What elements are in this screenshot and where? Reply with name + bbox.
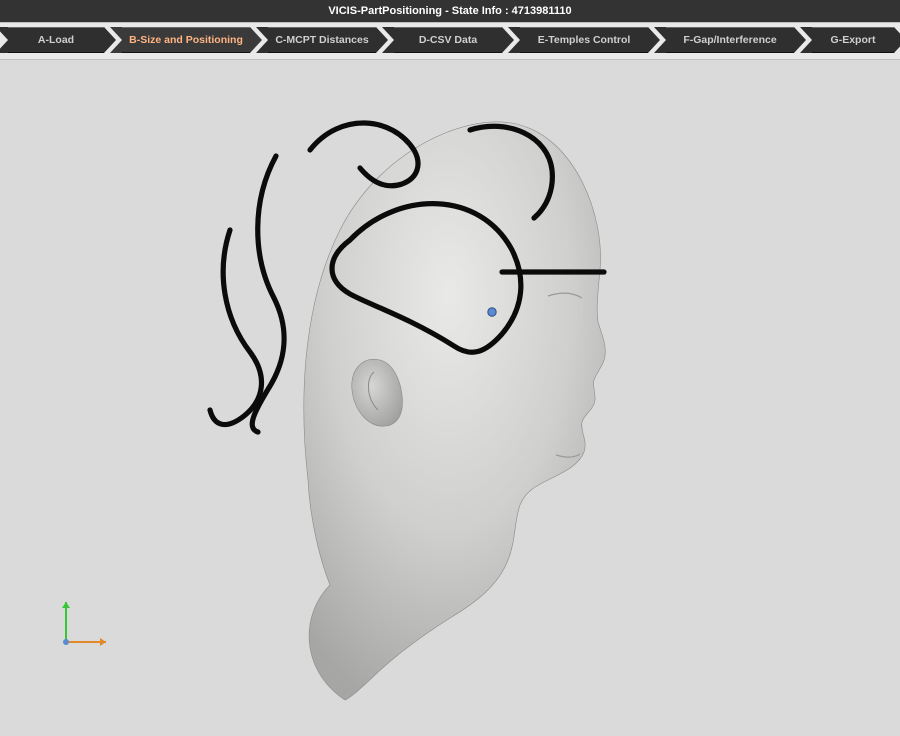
step-f-gap-interference[interactable]: F-Gap/Interference [654, 27, 806, 53]
3d-viewport[interactable] [0, 60, 900, 736]
step-e-temples-control[interactable]: E-Temples Control [508, 27, 660, 53]
step-g-export[interactable]: G-Export [800, 27, 900, 53]
step-chevron-bar: A-Load B-Size and Positioning C-MCPT Dis… [0, 22, 900, 60]
step-a-load[interactable]: A-Load [0, 27, 116, 53]
reference-point-marker[interactable] [488, 308, 496, 316]
step-d-csv-data[interactable]: D-CSV Data [382, 27, 514, 53]
step-c-mcpt-distances[interactable]: C-MCPT Distances [256, 27, 388, 53]
step-b-size-positioning[interactable]: B-Size and Positioning [110, 27, 262, 53]
window-title: VICIS-PartPositioning - State Info : 471… [0, 0, 900, 22]
viewport-svg [0, 60, 900, 736]
axis-triad-icon [62, 602, 106, 646]
